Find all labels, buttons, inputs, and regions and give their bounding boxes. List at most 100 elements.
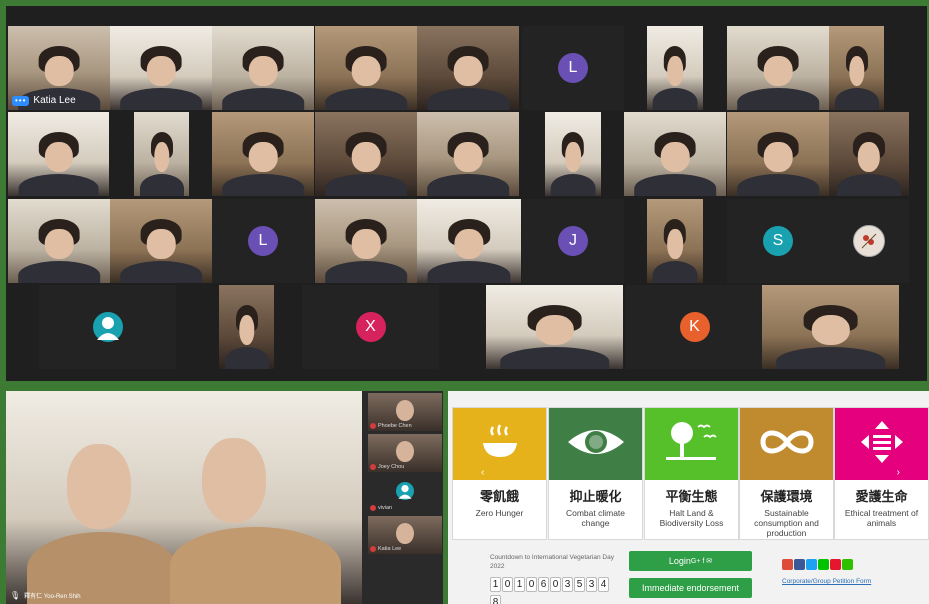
participant-face xyxy=(146,56,176,87)
participant-face xyxy=(153,142,170,173)
social-share-bar xyxy=(782,557,854,575)
participant-video-tile[interactable]: ••• Katia Lee xyxy=(8,26,110,110)
sdg-card[interactable]: 平衡生態 Halt Land & Biodiversity Loss xyxy=(644,407,739,540)
initial-avatar: L xyxy=(248,226,278,256)
social-share-icon[interactable] xyxy=(794,559,805,570)
thumbnail-video[interactable]: vivian xyxy=(368,475,442,513)
countdown-digit: 8 xyxy=(490,595,501,604)
participant-video-tile[interactable] xyxy=(545,112,601,196)
participant-face xyxy=(565,142,581,173)
initial-avatar: X xyxy=(355,312,386,342)
participant-video-tile[interactable] xyxy=(315,26,417,110)
participant-face xyxy=(535,315,574,346)
tree-birds-icon xyxy=(662,417,722,472)
social-share-icon[interactable] xyxy=(782,559,793,570)
participant-video-tile[interactable] xyxy=(727,26,829,110)
participant-image-tile[interactable] xyxy=(829,199,909,283)
participant-video-tile[interactable] xyxy=(647,26,703,110)
thumbnail-video[interactable]: Phoebe Chen xyxy=(368,393,442,431)
social-share-icon[interactable] xyxy=(818,559,829,570)
participant-avatar-tile[interactable] xyxy=(39,285,176,369)
participant-video-tile[interactable] xyxy=(110,26,212,110)
participant-video-tile[interactable] xyxy=(212,26,314,110)
more-options-icon[interactable]: ••• xyxy=(12,95,30,106)
participant-video-tile[interactable] xyxy=(212,112,314,196)
countdown-digit: 3 xyxy=(586,577,597,592)
social-share-icon[interactable] xyxy=(842,559,853,570)
participant-body xyxy=(652,261,698,283)
infinity-icon xyxy=(757,424,817,465)
sdg-card[interactable]: › 愛護生命 Ethical treatment of animals xyxy=(834,407,929,540)
participant-video-tile[interactable] xyxy=(727,112,829,196)
participant-video-tile[interactable] xyxy=(647,199,703,283)
countdown-digit: 4 xyxy=(598,577,609,592)
participant-name-label: ••• Katia Lee xyxy=(12,95,76,106)
active-speaker-video[interactable]: 🎙 釋有仁 Yoo-Ren Shih xyxy=(6,391,362,604)
sdg-card[interactable]: 保護環境 Sustainable consumption and producti… xyxy=(739,407,834,540)
participant-video-tile[interactable] xyxy=(624,112,726,196)
thumbnail-name-label: vivian xyxy=(370,505,392,511)
speaker-face-right xyxy=(201,437,266,524)
bowl-icon xyxy=(477,419,523,470)
sdg-card[interactable]: 抑止暖化 Combat climate change xyxy=(548,407,643,540)
shared-webpage: ‹ 零飢餓 Zero Hunger 抑止暖化 Combat climate change… xyxy=(448,391,929,604)
participant-face xyxy=(396,399,414,421)
person-icon xyxy=(396,481,414,500)
participant-face xyxy=(351,142,381,173)
participant-video-tile[interactable] xyxy=(417,199,521,283)
sdg-card-banner: › xyxy=(835,408,928,480)
social-share-icon[interactable] xyxy=(806,559,817,570)
participant-avatar-tile[interactable]: K xyxy=(626,285,763,369)
participant-avatar-tile[interactable]: S xyxy=(727,199,829,283)
participant-body xyxy=(325,261,407,283)
participant-avatar-tile[interactable]: L xyxy=(522,26,624,110)
participant-video-tile[interactable] xyxy=(762,285,899,369)
participant-video-tile[interactable] xyxy=(486,285,623,369)
login-button[interactable]: Login G+ f ✉ xyxy=(629,551,752,571)
petition-form-link[interactable]: Corporate/Group Petition Form xyxy=(782,578,871,585)
participant-video-tile[interactable] xyxy=(829,26,884,110)
participant-face xyxy=(248,56,278,87)
participant-video-tile[interactable] xyxy=(134,112,189,196)
gallery-view: ••• Katia Lee L L J S X K xyxy=(6,6,927,381)
participant-body xyxy=(18,174,99,196)
participant-face xyxy=(248,142,278,173)
participant-video-tile[interactable] xyxy=(219,285,274,369)
thumbnail-name: vivian xyxy=(378,505,393,511)
prev-arrow-icon[interactable]: ‹ xyxy=(481,467,484,478)
participant-avatar-tile[interactable]: J xyxy=(522,199,624,283)
thumbnail-video[interactable]: Katia Lee xyxy=(368,516,442,554)
participant-video-tile[interactable] xyxy=(110,199,212,283)
sdg-card-title-zh: 愛護生命 xyxy=(855,489,908,504)
participant-face xyxy=(238,315,255,346)
muted-mic-icon xyxy=(370,505,376,511)
participant-avatar-tile[interactable]: X xyxy=(302,285,439,369)
participant-face xyxy=(44,229,74,260)
muted-mic-icon xyxy=(370,464,376,470)
participant-video-tile[interactable] xyxy=(417,112,519,196)
participant-body xyxy=(18,261,100,283)
participant-video-tile[interactable] xyxy=(417,26,519,110)
thumbnail-video[interactable]: Joey Chou xyxy=(368,434,442,472)
sdg-card[interactable]: ‹ 零飢餓 Zero Hunger xyxy=(452,407,547,540)
participant-video-tile[interactable] xyxy=(829,112,909,196)
participant-video-tile[interactable] xyxy=(315,112,417,196)
participant-body xyxy=(325,174,407,196)
arrows-icon xyxy=(859,419,905,470)
next-arrow-icon[interactable]: › xyxy=(897,467,900,478)
thumbnail-name-label: Joey Chou xyxy=(370,464,404,470)
participant-video-tile[interactable] xyxy=(8,112,109,196)
social-share-icon[interactable] xyxy=(830,559,841,570)
initial-avatar: S xyxy=(763,226,793,256)
endorse-button[interactable]: Immediate endorsement xyxy=(629,578,752,598)
participant-face xyxy=(396,440,414,462)
participant-video-tile[interactable] xyxy=(315,199,417,283)
participant-video-tile[interactable] xyxy=(8,199,110,283)
participant-avatar-tile[interactable]: L xyxy=(212,199,314,283)
participant-face xyxy=(146,229,176,260)
participant-face xyxy=(848,56,865,87)
participant-body xyxy=(550,174,596,196)
sdg-card-title-zh: 零飢餓 xyxy=(479,489,519,504)
speaker-view: 🎙 釋有仁 Yoo-Ren Shih Phoebe Chen Joey Chou v… xyxy=(6,391,443,604)
countdown-title: Countdown to International Vegetarian Da… xyxy=(490,554,614,570)
